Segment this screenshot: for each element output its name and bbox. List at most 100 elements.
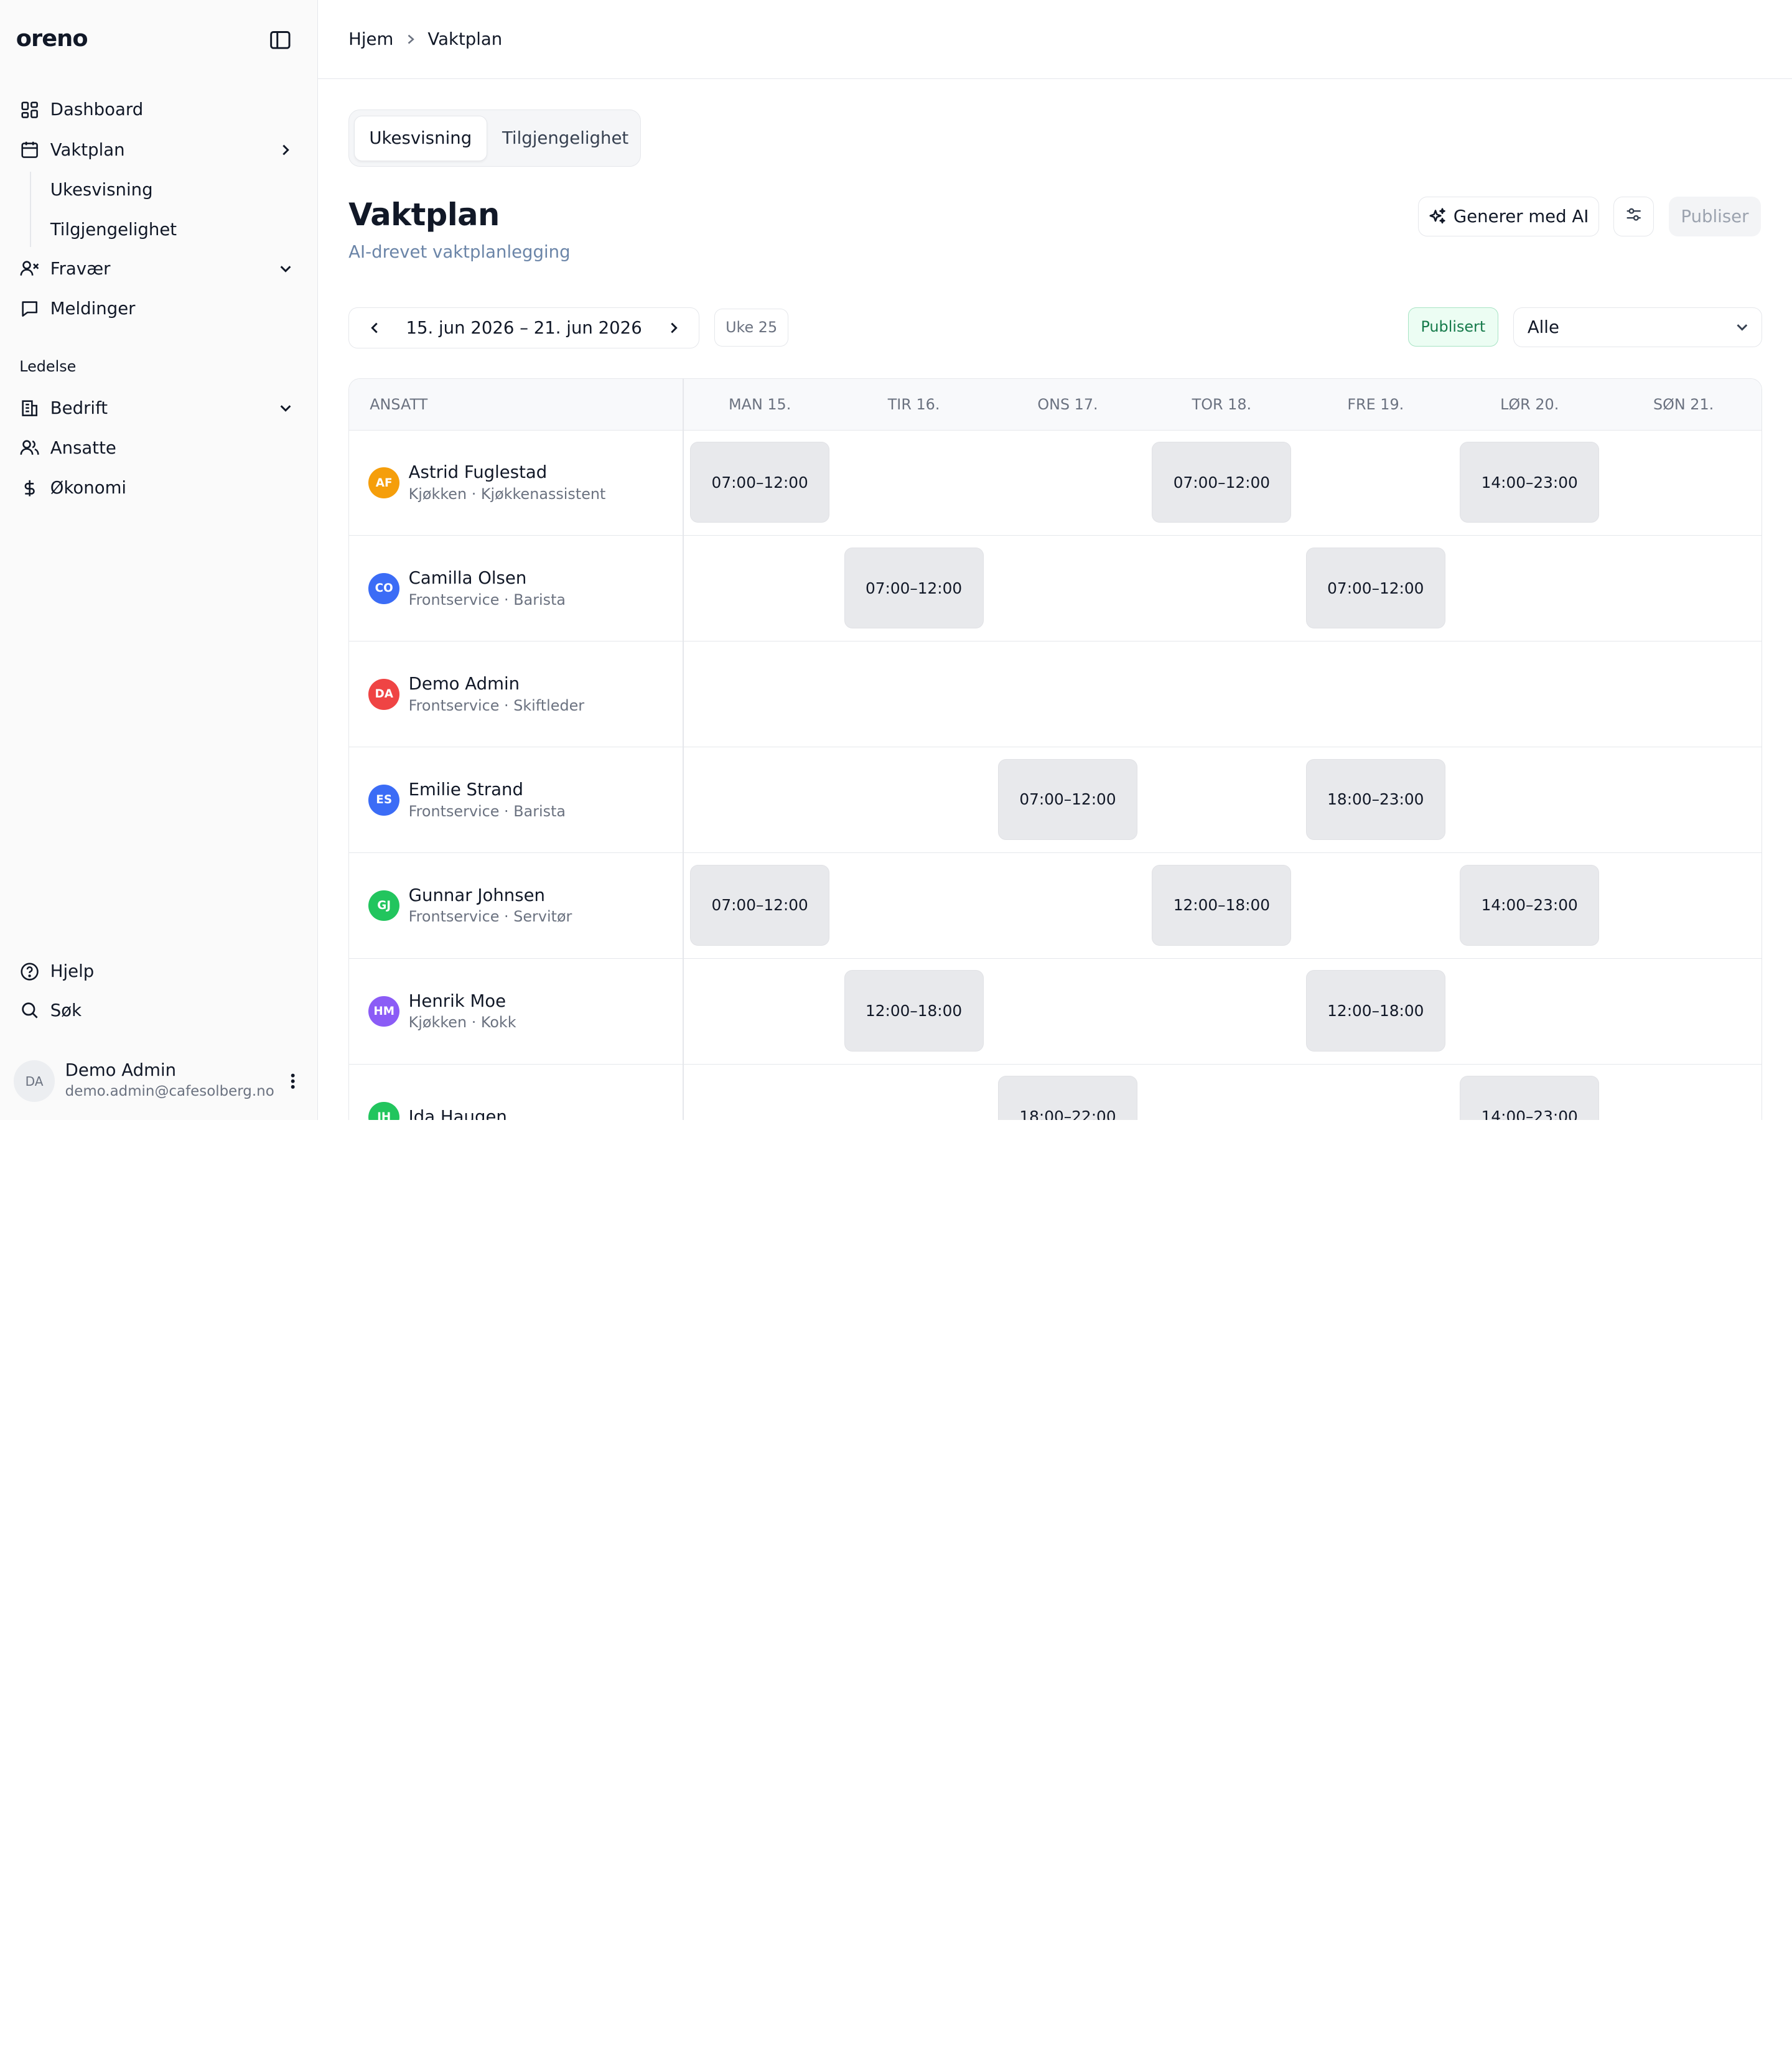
sidebar-item-label: Meldinger [50,298,136,319]
next-week-button[interactable] [648,309,699,347]
column-header-day: ONS 17. [1037,395,1098,413]
shift-block[interactable]: 18:00–23:00 [1305,758,1445,841]
sidebar-item-label: Ansatte [50,437,116,458]
breadcrumb-home[interactable]: Hjem [348,29,393,49]
avatar: DA [14,1060,55,1102]
shift-block[interactable]: 07:00–12:00 [1305,547,1445,629]
employee-name: Camilla Olsen [408,568,527,589]
app-logo: oreno [16,25,88,52]
column-header-day: FRE 19. [1347,395,1404,413]
table-row: AF Astrid Fuglestad Kjøkken · Kjøkkenassis… [349,431,1762,536]
column-header-day: LØR 20. [1500,395,1559,413]
shift-block[interactable]: 07:00–12:00 [690,441,830,523]
sidebar-item-sok[interactable]: Søk [11,993,304,1027]
sidebar-item-label: Fravær [50,258,111,279]
employee-cell[interactable]: CO Camilla Olsen Frontservice · Barista [368,536,566,641]
prev-week-button[interactable] [349,309,399,347]
employee-cell[interactable]: AF Astrid Fuglestad Kjøkken · Kjøkkenassis… [368,431,605,536]
sidebar-item-label: Økonomi [50,478,127,498]
employee-cell[interactable]: HM Henrik Moe Kjøkken · Kokk [368,959,516,1064]
view-tabs: Ukesvisning Tilgjengelighet [348,110,643,167]
shift-block[interactable]: 07:00–12:00 [1152,441,1292,523]
sidebar-item-ansatte[interactable]: Ansatte [11,431,304,465]
users-icon [19,437,40,458]
dollar-icon [19,478,40,498]
shift-block[interactable]: 14:00–23:00 [1460,864,1600,946]
sidebar-item-label: Søk [50,1000,82,1020]
employee-cell[interactable]: DA Demo Admin Frontservice · Skiftleder [368,641,584,747]
employee-cell[interactable]: GJ Gunnar Johnsen Frontservice · Servitør [368,853,572,958]
settings-sliders-button[interactable] [1613,196,1654,237]
shift-block[interactable]: 14:00–23:00 [1460,441,1600,523]
sidebar-section-label: Ledelse [19,357,77,375]
avatar: GJ [368,890,399,921]
shift-block[interactable]: 07:00–12:00 [690,864,830,946]
sidebar-subitem-tilgjengelighet[interactable]: Tilgjengelighet [50,216,177,243]
department-filter-select[interactable]: Alle [1513,307,1763,348]
employee-role: Frontservice · Barista [408,802,566,820]
message-icon [19,298,40,319]
sliders-icon [1625,205,1643,228]
employee-role: Kjøkken · Kokk [408,1014,516,1032]
employee-cell[interactable]: IH Ida Haugen [368,1065,507,1120]
page-title: Vaktplan [348,196,500,233]
table-row: DA Demo Admin Frontservice · Skiftleder [349,641,1762,748]
column-header-day: TIR 16. [887,395,940,413]
generate-ai-button[interactable]: Generer med AI [1418,196,1599,237]
sidebar-item-dashboard[interactable]: Dashboard [11,93,304,127]
shift-block[interactable]: 12:00–18:00 [1305,970,1445,1052]
employee-cell[interactable]: ES Emilie Strand Frontservice · Barista [368,747,566,852]
sidebar-item-label: Bedrift [50,398,108,418]
chevron-right-icon [405,34,416,45]
shift-block[interactable]: 14:00–23:00 [1460,1076,1600,1120]
table-row: CO Camilla Olsen Frontservice · Barista 07:… [349,536,1762,642]
week-badge: Uke 25 [714,308,789,347]
more-vertical-icon[interactable] [286,1070,299,1093]
tab-ukesvisning[interactable]: Ukesvisning [353,115,488,161]
sidebar-item-hjelp[interactable]: Hjelp [11,954,304,989]
sparkles-icon [1429,207,1447,225]
sidebar-item-fravaer[interactable]: Fravær [11,251,304,286]
employee-role: Frontservice · Skiftleder [408,696,585,714]
sidebar-item-label: Vaktplan [50,139,125,160]
avatar: IH [368,1101,399,1120]
shift-block[interactable]: 07:00–12:00 [844,547,984,629]
avatar: CO [368,573,399,604]
sidebar-subitem-ukesvisning[interactable]: Ukesvisning [50,176,153,203]
chevron-right-icon [276,141,294,159]
shift-block[interactable]: 12:00–18:00 [844,970,984,1052]
chevron-down-icon [276,259,294,278]
shift-block[interactable]: 07:00–12:00 [997,758,1138,841]
sidebar-item-vaktplan[interactable]: Vaktplan [11,133,304,167]
column-header-employee: ANSATT [370,395,428,413]
avatar: HM [368,996,399,1027]
sidebar-item-bedrift[interactable]: Bedrift [11,391,304,425]
sidebar-toggle-icon[interactable] [268,27,292,52]
employee-name: Astrid Fuglestad [408,462,548,483]
tab-tilgjengelighet[interactable]: Tilgjengelighet [487,116,643,161]
building-icon [19,398,40,418]
sidebar-item-meldinger[interactable]: Meldinger [11,291,304,325]
employee-role: Frontservice · Servitør [408,908,572,926]
avatar: ES [368,784,399,816]
avatar: DA [368,679,399,710]
column-header-day: SØN 21. [1653,395,1714,413]
column-header-day: MAN 15. [729,395,791,413]
filter-value: Alle [1527,317,1559,338]
submenu-divider [29,171,31,247]
shift-block[interactable]: 18:00–22:00 [997,1076,1138,1120]
sidebar-item-okonomi[interactable]: Økonomi [11,471,304,505]
employee-name: Ida Haugen [408,1107,507,1120]
employee-name: Henrik Moe [408,991,506,1011]
schedule-grid: ANSATT MAN 15. TIR 16. ONS 17. TOR 18. FRE 1… [348,378,1763,1120]
avatar: AF [368,467,399,498]
sidebar-item-label: Dashboard [50,100,144,120]
shift-block[interactable]: 12:00–18:00 [1152,864,1292,946]
publish-button[interactable]: Publiser [1668,196,1762,237]
sidebar: oreno Dashboard Vaktplan Ukesvisning Til… [0,0,318,1120]
user-profile[interactable]: DA Demo Admin demo.admin@cafesolberg.no [14,1056,306,1106]
help-circle-icon [19,961,40,982]
employee-role: Kjøkken · Kjøkkenassistent [408,485,606,503]
search-icon [19,1000,40,1020]
column-header-day: TOR 18. [1192,395,1252,413]
